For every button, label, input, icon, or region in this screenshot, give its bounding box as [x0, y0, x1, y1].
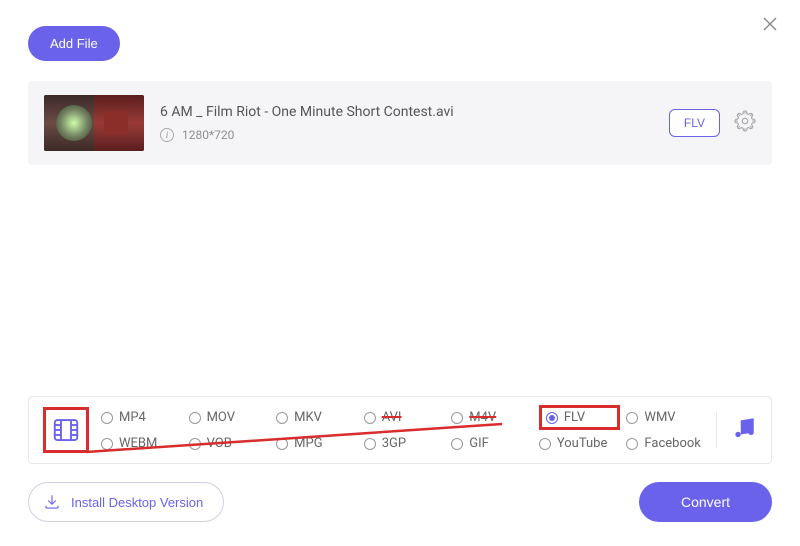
radio-icon — [546, 412, 558, 424]
file-resolution: 1280*720 — [182, 128, 234, 142]
format-option-youtube[interactable]: YouTube — [539, 436, 621, 451]
format-label: MKV — [294, 410, 322, 425]
format-label: Facebook — [644, 436, 700, 451]
radio-icon — [539, 438, 551, 450]
format-label: MP4 — [119, 410, 146, 425]
output-format-button[interactable]: FLV — [669, 109, 720, 137]
format-label: WEBM — [119, 436, 157, 451]
format-option-m4v[interactable]: M4V — [451, 410, 533, 425]
format-option-vob[interactable]: VOB — [189, 436, 271, 451]
audio-tab[interactable] — [731, 415, 757, 445]
format-option-avi[interactable]: AVI — [364, 410, 446, 425]
install-label: Install Desktop Version — [71, 495, 203, 510]
format-option-wmv[interactable]: WMV — [626, 410, 708, 425]
radio-icon — [626, 438, 638, 450]
file-item: 6 AM _ Film Riot - One Minute Short Cont… — [28, 81, 772, 165]
format-option-webm[interactable]: WEBM — [101, 436, 183, 451]
gear-icon — [734, 110, 756, 132]
format-option-gif[interactable]: GIF — [451, 436, 533, 451]
install-desktop-button[interactable]: Install Desktop Version — [28, 482, 224, 522]
video-thumbnail[interactable] — [44, 95, 144, 151]
format-option-mkv[interactable]: MKV — [276, 410, 358, 425]
format-option-flv[interactable]: FLV — [539, 405, 621, 430]
info-icon[interactable]: i — [160, 128, 174, 142]
radio-icon — [364, 412, 376, 424]
format-option-mp4[interactable]: MP4 — [101, 410, 183, 425]
radio-icon — [451, 438, 463, 450]
add-file-button[interactable]: Add File — [28, 26, 120, 61]
radio-icon — [451, 412, 463, 424]
format-option-mov[interactable]: MOV — [189, 410, 271, 425]
format-option-3gp[interactable]: 3GP — [364, 436, 446, 451]
format-label: MPG — [294, 436, 322, 451]
convert-button[interactable]: Convert — [639, 482, 772, 522]
music-icon — [731, 415, 757, 441]
format-option-facebook[interactable]: Facebook — [626, 436, 708, 451]
radio-icon — [276, 438, 288, 450]
format-label: YouTube — [557, 436, 608, 451]
format-label: FLV — [564, 410, 585, 425]
video-icon — [51, 415, 81, 445]
file-title: 6 AM _ Film Riot - One Minute Short Cont… — [160, 104, 653, 120]
close-icon — [762, 16, 778, 32]
format-label: VOB — [207, 436, 232, 451]
settings-button[interactable] — [734, 110, 756, 136]
download-icon — [43, 493, 61, 511]
radio-icon — [189, 438, 201, 450]
divider — [716, 412, 717, 448]
format-label: M4V — [469, 410, 496, 425]
close-button[interactable] — [760, 14, 780, 34]
radio-icon — [101, 438, 113, 450]
format-label: AVI — [382, 410, 402, 425]
format-label: WMV — [644, 410, 675, 425]
format-label: 3GP — [382, 436, 406, 451]
radio-icon — [364, 438, 376, 450]
format-selection-bar: MP4 MOV MKV AVI M4V FLV WMV WEBM VOB MPG 3GP GIF You… — [28, 396, 772, 464]
format-label: GIF — [469, 436, 489, 451]
video-tab[interactable] — [43, 407, 89, 453]
radio-icon — [626, 412, 638, 424]
radio-icon — [189, 412, 201, 424]
radio-icon — [276, 412, 288, 424]
radio-icon — [101, 412, 113, 424]
format-option-mpg[interactable]: MPG — [276, 436, 358, 451]
format-label: MOV — [207, 410, 235, 425]
